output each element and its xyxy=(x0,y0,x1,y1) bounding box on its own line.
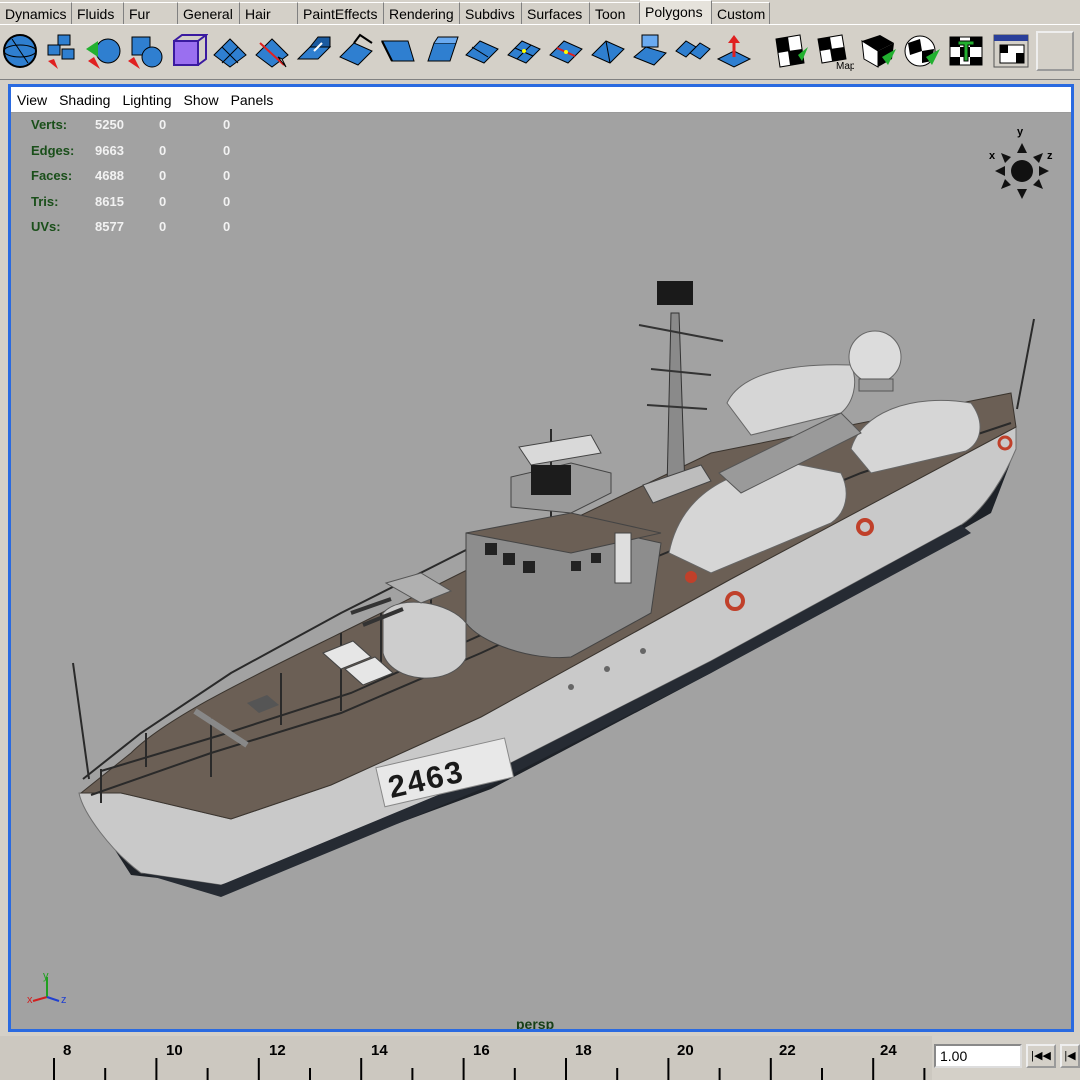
tab-polygons[interactable]: Polygons xyxy=(640,0,712,24)
timeline-tick-label: 8 xyxy=(63,1042,72,1059)
go-to-start-button[interactable]: |◀◀ xyxy=(1026,1044,1056,1068)
poly-normal-icon[interactable] xyxy=(714,31,754,71)
tab-toon[interactable]: Toon xyxy=(590,2,640,24)
timeline-tick-label: 20 xyxy=(677,1042,694,1059)
tab-fur[interactable]: Fur xyxy=(124,2,178,24)
axis-indicator-icon: x y z xyxy=(27,971,67,1005)
automatic-map-icon[interactable] xyxy=(902,31,942,71)
timeline-tick-label: 18 xyxy=(575,1042,592,1059)
timeline-tick-label: 12 xyxy=(269,1042,286,1059)
svg-text:x: x xyxy=(27,994,33,1005)
tab-painteffects[interactable]: PaintEffects xyxy=(298,2,384,24)
poly-split-icon[interactable] xyxy=(252,31,292,71)
menu-lighting[interactable]: Lighting xyxy=(122,92,171,108)
poly-plane-icon[interactable] xyxy=(210,31,250,71)
svg-text:Map: Map xyxy=(836,61,854,71)
poly-bevel-icon[interactable] xyxy=(420,31,460,71)
poly-merge-icon[interactable] xyxy=(546,31,586,71)
time-slider[interactable]: 8 10 12 14 16 18 20 22 24 xyxy=(0,1036,932,1080)
tab-hair[interactable]: Hair xyxy=(240,2,298,24)
3d-viewport[interactable]: Verts: 5250 0 0 Edges: 9663 0 0 Faces: 4… xyxy=(11,113,1071,1029)
tab-dynamics[interactable]: Dynamics xyxy=(0,2,72,24)
menu-view[interactable]: View xyxy=(17,92,47,108)
poly-bridge-icon[interactable] xyxy=(378,31,418,71)
spherical-map-icon[interactable] xyxy=(858,31,898,71)
uv-layout-icon[interactable] xyxy=(992,31,1032,71)
svg-text:y: y xyxy=(43,971,49,982)
menu-panels[interactable]: Panels xyxy=(231,92,274,108)
poly-wire-cube-icon[interactable] xyxy=(168,31,208,71)
perspective-panel: View Shading Lighting Show Panels Verts:… xyxy=(8,84,1074,1032)
timeline-tick-label: 24 xyxy=(880,1042,897,1059)
tab-surfaces[interactable]: Surfaces xyxy=(522,2,590,24)
shelf-toolbar: Map xyxy=(0,24,1080,80)
poly-combine-icon[interactable] xyxy=(672,31,712,71)
menu-show[interactable]: Show xyxy=(184,92,219,108)
tab-custom[interactable]: Custom xyxy=(712,2,770,24)
svg-text:z: z xyxy=(61,994,67,1005)
poly-subdivide-icon[interactable] xyxy=(504,31,544,71)
poly-cube-icon[interactable] xyxy=(42,31,82,71)
poly-poke-icon[interactable] xyxy=(630,31,670,71)
poly-append-icon[interactable] xyxy=(462,31,502,71)
poly-sphere-icon[interactable] xyxy=(0,31,40,71)
planar-map-icon[interactable] xyxy=(772,31,812,71)
tab-rendering[interactable]: Rendering xyxy=(384,2,460,24)
cylindrical-map-icon[interactable]: Map xyxy=(814,31,854,71)
texture-editor-icon[interactable] xyxy=(946,31,986,71)
timeline-tick-label: 22 xyxy=(779,1042,796,1059)
poly-wedge-icon[interactable] xyxy=(588,31,628,71)
camera-name-label: persp xyxy=(516,1016,555,1029)
timeline-tick-label: 14 xyxy=(371,1042,388,1059)
timeline-tick-label: 10 xyxy=(166,1042,183,1059)
panel-menu-bar: View Shading Lighting Show Panels xyxy=(11,87,1071,113)
timeline-tick-label: 16 xyxy=(473,1042,490,1059)
shelf-tab-bar: Dynamics Fluids Fur General Hair PaintEf… xyxy=(0,0,1080,24)
shelf-empty-slot xyxy=(1036,31,1074,71)
patrol-boat-model[interactable]: 2463 xyxy=(11,113,1071,1029)
poly-extrude-edge-icon[interactable] xyxy=(336,31,376,71)
poly-cylinder-icon[interactable] xyxy=(84,31,124,71)
poly-cone-icon[interactable] xyxy=(126,31,166,71)
tab-subdivs[interactable]: Subdivs xyxy=(460,2,522,24)
poly-extrude-face-icon[interactable] xyxy=(294,31,334,71)
step-back-button[interactable]: |◀ xyxy=(1060,1044,1080,1068)
current-time-field[interactable]: 1.00 xyxy=(934,1044,1022,1068)
tab-fluids[interactable]: Fluids xyxy=(72,2,124,24)
menu-shading[interactable]: Shading xyxy=(59,92,110,108)
tab-general[interactable]: General xyxy=(178,2,240,24)
